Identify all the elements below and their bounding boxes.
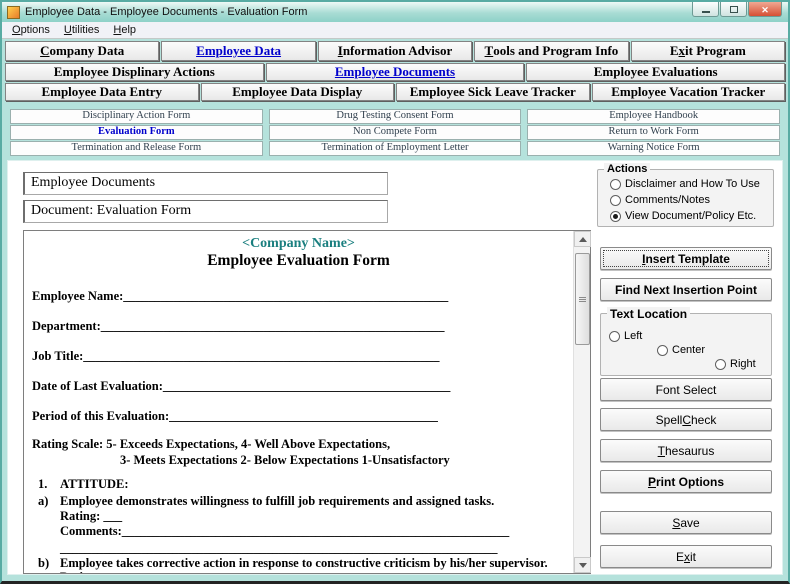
radio-icon (657, 345, 668, 356)
minimize-button[interactable] (692, 2, 719, 17)
document-grid: Disciplinary Action Form Drug Testing Co… (10, 109, 780, 156)
doc-rating-scale-line1: Rating Scale: 5- Exceeds Expectations, 4… (32, 437, 390, 452)
thesaurus-button[interactable]: Thesaurus (600, 439, 772, 462)
docbtn-termination-of-employment-letter[interactable]: Termination of Employment Letter (269, 141, 522, 156)
radio-view-document[interactable]: View Document/Policy Etc. (610, 210, 756, 222)
actions-group-title: Actions (604, 163, 650, 175)
menu-options[interactable]: Options (6, 23, 58, 37)
tab-employee-vacation-tracker[interactable]: Employee Vacation Tracker (592, 83, 786, 101)
radio-icon (715, 359, 726, 370)
app-icon (7, 6, 20, 19)
scroll-up-button[interactable] (574, 231, 591, 247)
menu-utilities[interactable]: Utilities (58, 23, 107, 37)
tab-employee-data[interactable]: Employee Data (161, 41, 315, 61)
tab-employee-data-entry[interactable]: Employee Data Entry (5, 83, 199, 101)
doc-field-department: Department:_____________________________… (32, 319, 444, 334)
doc-item-a: a)Employee demonstrates willingness to f… (38, 494, 494, 509)
nav-row-main: Company Data Employee Data Information A… (5, 41, 785, 61)
maximize-button[interactable] (720, 2, 747, 17)
doc-item-b: b)Employee takes corrective action in re… (38, 556, 548, 571)
nav-row-employee: Employee Displinary Actions Employee Doc… (5, 63, 785, 81)
print-options-button[interactable]: Print Options (600, 470, 772, 493)
exit-button[interactable]: Exit (600, 545, 772, 568)
close-button[interactable] (748, 2, 782, 17)
tab-tools-program-info[interactable]: Tools and Program Info (474, 41, 628, 61)
radio-icon (609, 331, 620, 342)
docbtn-drug-testing-consent-form[interactable]: Drug Testing Consent Form (269, 109, 522, 124)
docbtn-warning-notice-form[interactable]: Warning Notice Form (527, 141, 780, 156)
arrow-up-icon (579, 237, 587, 242)
text-location-group: Text Location Left Center Right (600, 313, 772, 376)
doc-field-date-last-evaluation: Date of Last Evaluation:________________… (32, 379, 450, 394)
docbtn-termination-and-release-form[interactable]: Termination and Release Form (10, 141, 263, 156)
tab-employee-data-display[interactable]: Employee Data Display (201, 83, 395, 101)
menu-help[interactable]: Help (107, 23, 144, 37)
font-select-button[interactable]: Font Select (600, 378, 772, 401)
radio-comments-notes[interactable]: Comments/Notes (610, 194, 710, 206)
minimize-icon (702, 11, 710, 13)
doc-item-a-rating: Rating: ___ (60, 509, 122, 524)
docbtn-return-to-work-form[interactable]: Return to Work Form (527, 125, 780, 140)
radio-disclaimer[interactable]: Disclaimer and How To Use (610, 178, 760, 190)
docbtn-disciplinary-action-form[interactable]: Disciplinary Action Form (10, 109, 263, 124)
radio-right[interactable]: Right (715, 358, 756, 370)
radio-left[interactable]: Left (609, 330, 642, 342)
save-button[interactable]: Save (600, 511, 772, 534)
arrow-down-icon (579, 563, 587, 568)
tab-information-advisor[interactable]: Information Advisor (318, 41, 472, 61)
thumb-grip-icon (579, 297, 586, 298)
app-window: Employee Data - Employee Documents - Eva… (0, 0, 790, 584)
doc-field-job-title: Job Title:______________________________… (32, 349, 440, 364)
document-viewer[interactable]: <Company Name> Employee Evaluation Form … (23, 230, 591, 574)
doc-field-period-evaluation: Period of this Evaluation:______________… (32, 409, 438, 424)
radio-icon (610, 211, 621, 222)
tab-company-data[interactable]: Company Data (5, 41, 159, 61)
tab-employee-evaluations[interactable]: Employee Evaluations (526, 63, 785, 81)
spell-check-button[interactable]: Spell Check (600, 408, 772, 431)
maximize-icon (730, 6, 738, 13)
docbtn-employee-handbook[interactable]: Employee Handbook (527, 109, 780, 124)
radio-icon (610, 179, 621, 190)
radio-icon (610, 195, 621, 206)
title-bar: Employee Data - Employee Documents - Eva… (2, 2, 788, 22)
tab-employee-documents[interactable]: Employee Documents (266, 63, 525, 81)
scrollbar-thumb[interactable] (575, 253, 590, 345)
main-panel: Employee Documents Document: Evaluation … (7, 160, 783, 575)
doc-item-b-rating-partial: Rating: (60, 570, 100, 573)
doc-company-name: <Company Name> (24, 236, 573, 252)
viewer-scrollbar[interactable] (573, 231, 590, 573)
doc-field-employee-name: Employee Name:__________________________… (32, 289, 448, 304)
doc-item-a-comments-cont: ________________________________________… (60, 541, 498, 556)
insert-template-button[interactable]: Insert Template (600, 247, 772, 270)
find-next-insertion-point-button[interactable]: Find Next Insertion Point (600, 278, 772, 301)
document-content: <Company Name> Employee Evaluation Form … (24, 231, 573, 573)
menu-bar: Options Utilities Help (2, 22, 788, 39)
tab-exit-program[interactable]: Exit Program (631, 41, 785, 61)
tab-employee-disciplinary-actions[interactable]: Employee Displinary Actions (5, 63, 264, 81)
docbtn-evaluation-form[interactable]: Evaluation Form (10, 125, 263, 140)
actions-group: Actions Disclaimer and How To Use Commen… (597, 169, 774, 227)
scroll-down-button[interactable] (574, 557, 591, 573)
doc-section-attitude: 1.ATTITUDE: (38, 477, 129, 492)
nav-row-trackers: Employee Data Entry Employee Data Displa… (5, 83, 785, 101)
window-controls (691, 2, 782, 17)
text-location-group-title: Text Location (607, 307, 690, 321)
radio-center[interactable]: Center (657, 344, 705, 356)
window-title: Employee Data - Employee Documents - Eva… (25, 6, 307, 18)
close-icon (761, 0, 769, 18)
category-field[interactable]: Employee Documents (23, 172, 388, 195)
docbtn-non-compete-form[interactable]: Non Compete Form (269, 125, 522, 140)
doc-item-a-comments: Comments:_______________________________… (60, 524, 509, 539)
doc-rating-scale-line2: 3- Meets Expectations 2- Below Expectati… (120, 453, 450, 468)
tab-employee-sick-leave-tracker[interactable]: Employee Sick Leave Tracker (396, 83, 590, 101)
doc-title: Employee Evaluation Form (24, 252, 573, 270)
document-name-field[interactable]: Document: Evaluation Form (23, 200, 388, 223)
